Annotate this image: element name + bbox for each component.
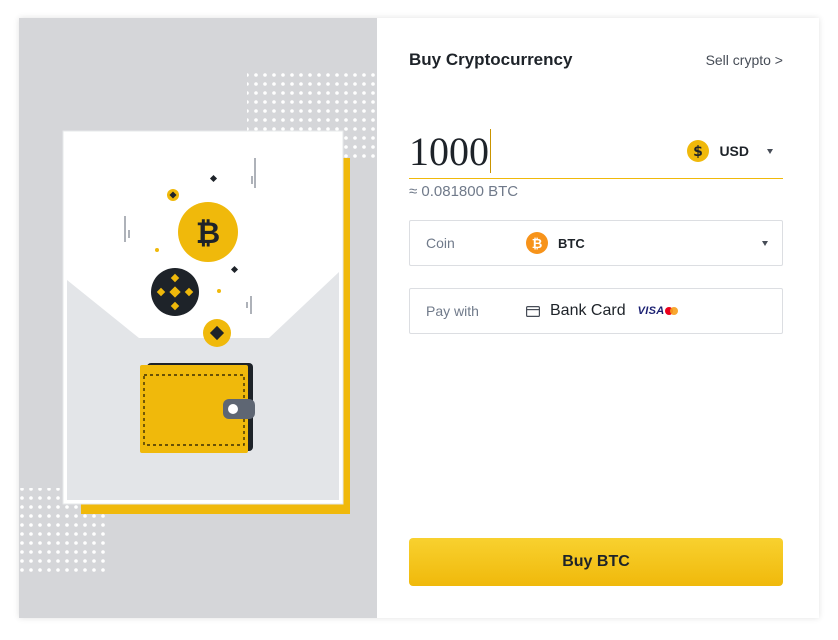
text-caret — [490, 129, 491, 173]
pay-method: Bank Card VISA — [526, 302, 679, 320]
form-header: Buy Cryptocurrency Sell crypto > — [409, 50, 783, 70]
coin-select[interactable]: Coin ₿ BTC — [409, 220, 783, 266]
page-title: Buy Cryptocurrency — [409, 50, 573, 69]
buy-button[interactable]: Buy BTC — [409, 538, 783, 586]
bitcoin-icon: ₿ — [526, 232, 548, 254]
amount-input[interactable]: 1000 — [409, 128, 491, 175]
amount-value: 1000 — [409, 128, 489, 174]
chevron-down-icon — [762, 240, 768, 246]
svg-text:₿: ₿ — [196, 216, 220, 251]
bnb-coin-icon — [151, 268, 199, 316]
buy-form-panel: Buy Cryptocurrency Sell crypto > 1000 $ … — [377, 18, 819, 618]
coin-code: BTC — [558, 235, 585, 251]
bitcoin-coin-icon: ₿ — [178, 202, 238, 262]
illustration-panel: ₿ — [19, 18, 377, 618]
currency-select[interactable]: $ USD — [687, 140, 773, 162]
mastercard-icon — [665, 307, 679, 315]
sell-crypto-link[interactable]: Sell crypto > — [706, 52, 783, 68]
buy-crypto-card: ₿ Buy Cryptocurrency Sell crypto > 1000 … — [19, 18, 819, 618]
wallet-icon — [140, 363, 255, 453]
dollar-coin-icon: $ — [687, 140, 710, 162]
pay-with-select[interactable]: Pay with Bank Card VISA — [409, 288, 783, 334]
bank-card-label: Bank Card — [550, 302, 626, 319]
coin-value: ₿ BTC — [526, 232, 585, 254]
wallet-illustration: ₿ — [19, 68, 377, 576]
pay-with-label: Pay with — [426, 303, 479, 319]
card-icon — [526, 305, 540, 317]
coin-label: Coin — [426, 235, 455, 251]
btc-estimate: ≈ 0.081800 BTC — [409, 183, 519, 200]
visa-logo: VISA — [637, 305, 665, 317]
chevron-down-icon — [767, 148, 773, 154]
svg-text:$: $ — [694, 144, 704, 160]
amount-input-row: 1000 $ USD — [409, 124, 783, 179]
small-coin-icon — [203, 319, 231, 347]
svg-text:₿: ₿ — [532, 237, 543, 252]
currency-code: USD — [719, 143, 749, 159]
